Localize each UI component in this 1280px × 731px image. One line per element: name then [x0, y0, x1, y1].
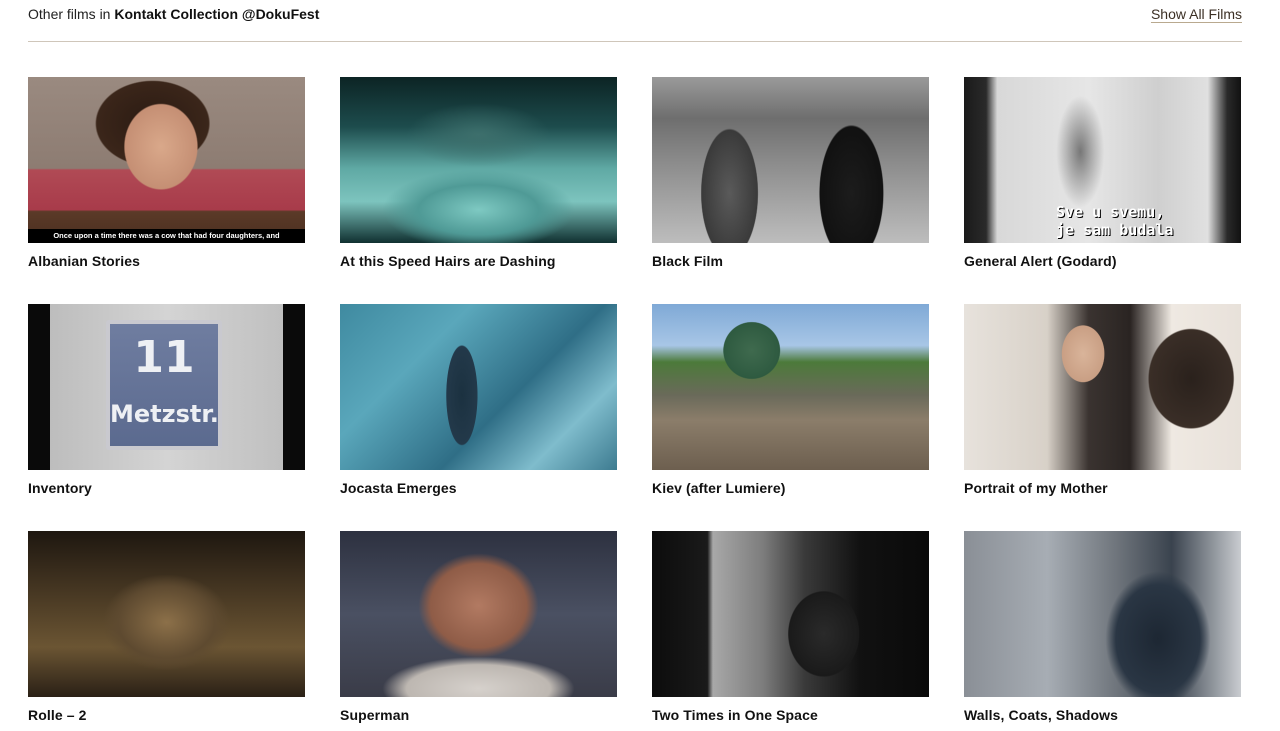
film-thumbnail[interactable] [964, 304, 1241, 470]
film-card-kiev-after-lumiere[interactable]: Kiev (after Lumiere) [652, 304, 929, 496]
film-thumbnail[interactable]: Sve u svemu, je sam budala [964, 77, 1241, 243]
film-thumbnail[interactable] [652, 304, 929, 470]
film-title: Two Times in One Space [652, 707, 818, 723]
film-card-at-this-speed[interactable]: At this Speed Hairs are Dashing [340, 77, 617, 269]
film-thumbnail[interactable]: Once upon a time there was a cow that ha… [28, 77, 305, 243]
film-card-black-film[interactable]: Black Film [652, 77, 929, 269]
film-thumbnail[interactable] [340, 77, 617, 243]
film-subtitle: Sve u svemu, je sam budala [1056, 203, 1174, 239]
film-thumbnail[interactable] [652, 77, 929, 243]
collection-heading: Other films in Kontakt Collection @DokuF… [28, 6, 319, 22]
film-caption: Once upon a time there was a cow that ha… [28, 229, 305, 243]
film-card-jocasta-emerges[interactable]: Jocasta Emerges [340, 304, 617, 496]
film-thumbnail[interactable] [340, 531, 617, 697]
film-card-two-times-in-one-space[interactable]: Two Times in One Space [652, 531, 929, 723]
film-title: At this Speed Hairs are Dashing [340, 253, 556, 269]
film-thumbnail[interactable] [964, 531, 1241, 697]
film-title: Superman [340, 707, 410, 723]
film-title: Inventory [28, 480, 92, 496]
film-thumbnail[interactable] [340, 304, 617, 470]
film-title: General Alert (Godard) [964, 253, 1117, 269]
film-title: Rolle – 2 [28, 707, 87, 723]
film-thumbnail[interactable]: 11 Metzstr. [28, 304, 305, 470]
film-card-inventory[interactable]: 11 Metzstr. Inventory [28, 304, 305, 496]
film-title: Black Film [652, 253, 724, 269]
film-title: Albanian Stories [28, 253, 141, 269]
collection-lead-text: Other films in [28, 6, 115, 22]
film-thumbnail[interactable] [652, 531, 929, 697]
film-card-superman[interactable]: Superman [340, 531, 617, 723]
film-card-albanian-stories[interactable]: Once upon a time there was a cow that ha… [28, 77, 305, 269]
film-title: Jocasta Emerges [340, 480, 457, 496]
show-all-films-link[interactable]: Show All Films [1151, 6, 1242, 22]
film-card-rolle-2[interactable]: Rolle – 2 [28, 531, 305, 723]
film-card-walls-coats-shadows[interactable]: Walls, Coats, Shadows [964, 531, 1241, 723]
film-title: Kiev (after Lumiere) [652, 480, 786, 496]
film-card-general-alert[interactable]: Sve u svemu, je sam budala General Alert … [964, 77, 1241, 269]
film-thumbnail[interactable] [28, 531, 305, 697]
collection-header: Other films in Kontakt Collection @DokuF… [28, 0, 1242, 42]
street-sign: 11 Metzstr. [106, 320, 222, 450]
collection-name: Kontakt Collection @DokuFest [114, 6, 320, 22]
film-card-portrait-of-my-mother[interactable]: Portrait of my Mother [964, 304, 1241, 496]
film-title: Walls, Coats, Shadows [964, 707, 1119, 723]
film-title: Portrait of my Mother [964, 480, 1108, 496]
film-grid: Once upon a time there was a cow that ha… [28, 77, 1242, 723]
